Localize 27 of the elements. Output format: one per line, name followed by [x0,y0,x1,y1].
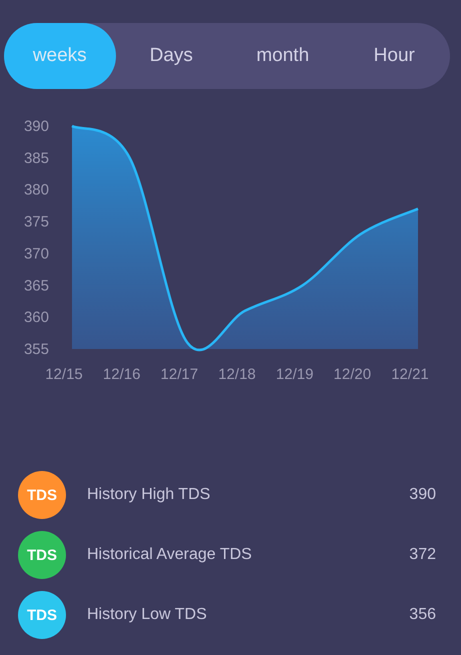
y-tick-label: 370 [24,245,49,262]
y-tick-label: 390 [24,118,49,135]
y-tick-label: 355 [24,341,49,358]
y-tick-label: 380 [24,182,49,199]
period-tab[interactable]: Days [116,23,227,89]
tds-badge: TDS [18,591,66,639]
y-tick-label: 375 [24,214,49,231]
x-tick-label: 12/18 [218,366,256,383]
stat-value: 372 [409,546,436,564]
period-tab[interactable]: month [227,23,338,89]
tds-badge: TDS [18,531,66,579]
x-tick-label: 12/19 [276,366,314,383]
x-tick-label: 12/15 [45,366,83,383]
stat-value: 390 [409,486,436,504]
y-tick-label: 365 [24,277,49,294]
period-tab[interactable]: Hour [338,23,450,89]
x-tick-label: 12/17 [160,366,198,383]
x-tick-label: 12/16 [102,366,140,383]
x-tick-label: 12/20 [334,366,372,383]
stat-value: 356 [409,606,436,624]
stat-label: Historical Average TDS [87,546,253,564]
stat-label: History Low TDS [87,606,208,624]
tds-badge: TDS [18,471,66,519]
stat-label: History High TDS [87,486,212,504]
y-tick-label: 360 [24,309,49,326]
y-tick-label: 385 [24,150,49,167]
x-tick-label: 12/21 [391,366,429,383]
